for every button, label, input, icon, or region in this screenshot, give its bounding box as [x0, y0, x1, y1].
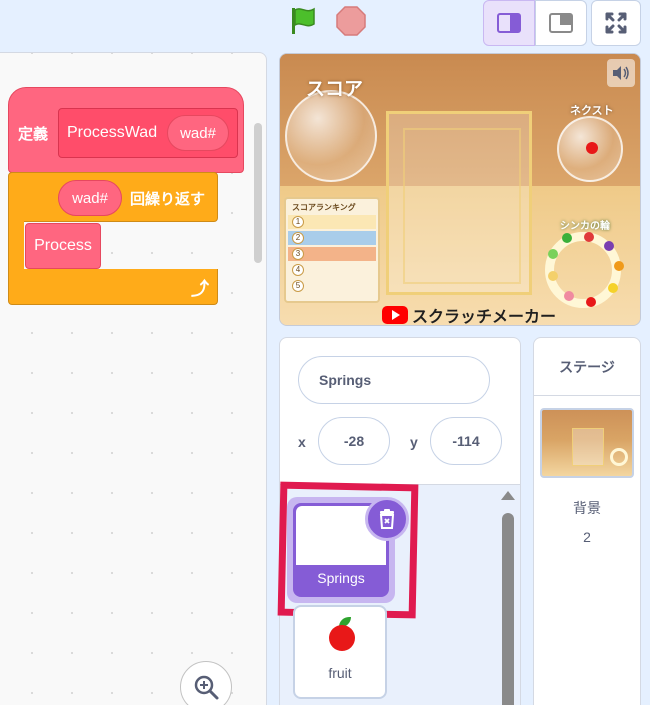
- ring-fruit: [584, 232, 594, 242]
- define-label: 定義: [18, 126, 49, 143]
- ring-fruit: [564, 291, 574, 301]
- stage-thumbnail-ring: [610, 448, 628, 466]
- backdrop-count: 2: [583, 529, 591, 545]
- rank-row: 4: [288, 263, 376, 277]
- sprite-list: Springs fruit: [277, 481, 520, 705]
- evolution-ring: [545, 232, 624, 308]
- y-input[interactable]: -114: [430, 417, 502, 465]
- stage-thumbnail-box: [572, 428, 604, 466]
- script-area[interactable]: 定義 ProcessWad wad# wad# 回繰り返す Process ⤴: [0, 52, 267, 705]
- brand-logo: スクラッチメーカー: [382, 303, 557, 326]
- sprite-tile-selected[interactable]: Springs: [277, 481, 419, 619]
- next-fruit: [586, 142, 598, 154]
- score-title: スコア: [306, 79, 364, 100]
- top-toolbar: [0, 0, 650, 52]
- evolution-ring-title: シンカの輪: [560, 221, 610, 232]
- y-label: y: [410, 434, 418, 450]
- fruit-icon: [329, 625, 355, 651]
- small-stage-icon: [497, 13, 521, 33]
- script-scrollbar[interactable]: [254, 123, 262, 263]
- zoom-in-icon: [194, 675, 219, 700]
- ring-fruit: [604, 241, 614, 251]
- sprite-name-input[interactable]: Springs: [298, 356, 490, 404]
- rank-number: 5: [292, 280, 304, 292]
- process-call-block[interactable]: Process: [25, 223, 101, 269]
- rank-number: 3: [292, 248, 304, 260]
- ring-fruit: [586, 297, 596, 307]
- sprite-list-scrollbar[interactable]: [502, 513, 514, 705]
- rank-row: 2: [288, 231, 376, 245]
- sprite-tile-label: Springs: [317, 570, 365, 586]
- rank-row: 1: [288, 215, 376, 229]
- large-stage-button[interactable]: [535, 0, 587, 46]
- green-flag-icon[interactable]: [286, 4, 320, 38]
- x-input[interactable]: -28: [318, 417, 390, 465]
- repeat-label: 回繰り返す: [130, 191, 206, 208]
- ring-fruit: [562, 233, 572, 243]
- sprite-tile[interactable]: fruit: [293, 605, 387, 699]
- stop-icon[interactable]: [334, 4, 368, 38]
- trash-icon: [379, 509, 395, 529]
- scroll-up-arrow[interactable]: [501, 491, 515, 500]
- rank-row: 5: [288, 279, 376, 293]
- ring-fruit: [548, 249, 558, 259]
- mute-button[interactable]: [607, 59, 635, 87]
- large-stage-icon: [549, 13, 573, 33]
- repeat-block[interactable]: wad# 回繰り返す: [8, 172, 218, 222]
- define-block[interactable]: 定義 ProcessWad wad#: [8, 87, 244, 173]
- loop-arrow-icon: ⤴: [191, 279, 209, 299]
- next-bubble: [557, 116, 623, 182]
- rank-row: 3: [288, 247, 376, 261]
- stage-canvas[interactable]: スコア ネクスト スコアランキング 1 2 3 4 5 シンカの輪 スクラッチメ…: [279, 53, 641, 326]
- repeat-count-reporter[interactable]: wad#: [58, 180, 122, 216]
- small-stage-button[interactable]: [483, 0, 535, 46]
- x-label: x: [298, 434, 306, 450]
- procedure-name: ProcessWad: [67, 124, 158, 141]
- fullscreen-icon: [605, 12, 627, 34]
- game-container-inner: [403, 128, 521, 284]
- speaker-icon: [613, 66, 629, 80]
- score-bubble: [285, 90, 377, 182]
- repeat-block-arm: [8, 221, 24, 271]
- stage-header: ステージ: [534, 338, 640, 396]
- stage-target-pane[interactable]: ステージ 背景 2: [533, 337, 641, 705]
- youtube-icon: [382, 306, 408, 324]
- sprite-tile-label: fruit: [328, 665, 352, 681]
- brand-text: スクラッチメーカー: [412, 309, 557, 326]
- procedure-prototype[interactable]: ProcessWad wad#: [58, 108, 238, 158]
- sprite-info-pane: Springs x -28 y -114 Springs fruit: [277, 337, 521, 705]
- backdrop-label: 背景: [573, 500, 601, 516]
- ranking-title: スコアランキング: [292, 203, 356, 212]
- game-container-box: [386, 111, 532, 295]
- rank-number: 4: [292, 264, 304, 276]
- repeat-block-end: ⤴: [8, 269, 218, 305]
- ring-fruit: [614, 261, 624, 271]
- zoom-in-button[interactable]: [180, 661, 232, 705]
- rank-number: 1: [292, 216, 304, 228]
- delete-sprite-button[interactable]: [365, 497, 409, 541]
- next-title: ネクスト: [570, 105, 614, 117]
- ring-fruit: [548, 271, 558, 281]
- procedure-argument[interactable]: wad#: [167, 115, 229, 151]
- fullscreen-button[interactable]: [591, 0, 641, 46]
- score-ranking-panel: スコアランキング 1 2 3 4 5: [284, 197, 380, 303]
- ring-fruit: [608, 283, 618, 293]
- stage-thumbnail[interactable]: [540, 408, 634, 478]
- rank-number: 2: [292, 232, 304, 244]
